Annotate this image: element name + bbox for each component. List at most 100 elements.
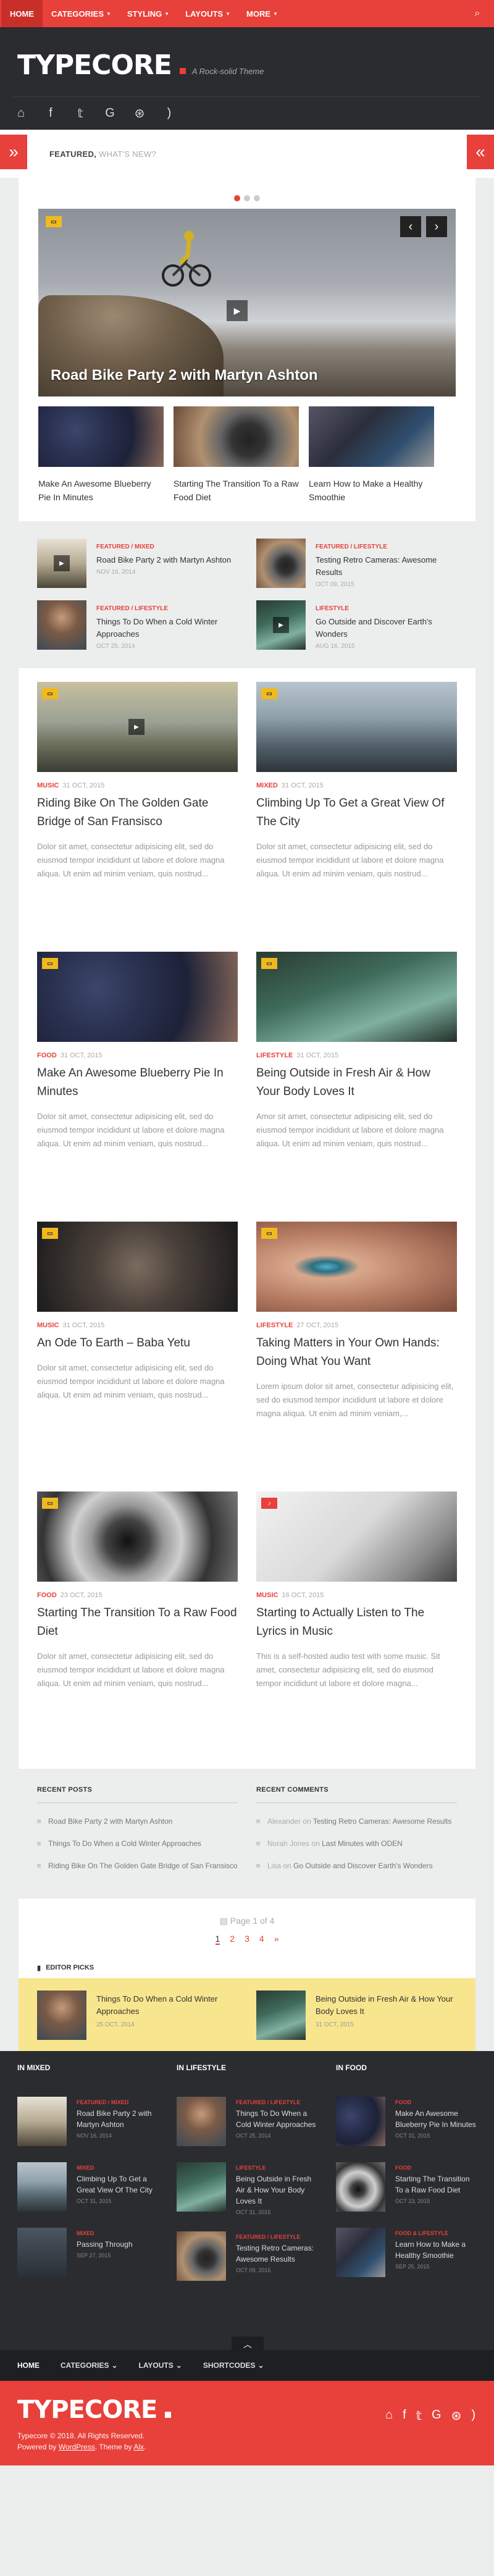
pick-item[interactable]: Being Outside in Fresh Air & How Your Bo… xyxy=(256,1991,457,2040)
thumbnail[interactable] xyxy=(17,2228,67,2277)
dribbble-icon[interactable]: ⊛ xyxy=(451,2408,462,2423)
post-category[interactable]: FOOD xyxy=(37,1052,57,1059)
list-item[interactable]: ▶ FEATURED / MIXED Road Bike Party 2 with … xyxy=(37,539,238,588)
sidebar-toggle-right[interactable]: « xyxy=(467,135,494,169)
page-link[interactable]: 3 xyxy=(245,1934,249,1945)
slider-dot[interactable] xyxy=(244,195,250,201)
thumb-image[interactable] xyxy=(38,406,164,467)
post-category[interactable]: FOOD xyxy=(37,1592,57,1599)
post-category[interactable]: LIFESTYLE xyxy=(256,1322,293,1329)
list-item[interactable]: FEATURED / LIFESTYLE Testing Retro Camera… xyxy=(177,2231,317,2281)
post-title[interactable]: Starting The Transition To a Raw Food Di… xyxy=(37,1604,238,1641)
search-icon[interactable]: ⌕ xyxy=(469,6,485,22)
thumbnail[interactable] xyxy=(336,2162,385,2212)
list-item[interactable]: FEATURED / LIFESTYLE Things To Do When a … xyxy=(177,2097,317,2146)
post-title[interactable]: An Ode To Earth – Baba Yetu xyxy=(37,1334,238,1353)
author-link[interactable]: Alx xyxy=(133,2443,144,2451)
nav-more[interactable]: MORE ▼ xyxy=(246,9,278,19)
page-link[interactable]: 4 xyxy=(259,1934,264,1945)
post-thumbnail[interactable] xyxy=(256,539,306,588)
nav-home[interactable]: HOME xyxy=(1,0,43,28)
wordpress-link[interactable]: WordPress xyxy=(59,2443,95,2451)
post-image[interactable]: ▭ xyxy=(37,1222,238,1312)
play-icon[interactable]: ▶ xyxy=(227,300,248,321)
list-item[interactable]: FOOD Make An Awesome Blueberry Pie In Min… xyxy=(336,2097,477,2146)
rss-icon[interactable]: ) xyxy=(161,106,178,120)
thumb-item[interactable]: Learn How to Make a Healthy Smoothie xyxy=(309,406,434,504)
post-thumbnail[interactable] xyxy=(37,600,86,650)
post-category[interactable]: MIXED xyxy=(256,782,278,789)
thumb-image[interactable] xyxy=(174,406,299,467)
thumbnail[interactable] xyxy=(336,2228,385,2277)
pick-item[interactable]: Things To Do When a Cold Winter Approach… xyxy=(37,1991,238,2040)
next-arrow-icon[interactable]: › xyxy=(426,216,447,237)
thumbnail[interactable] xyxy=(336,2097,385,2146)
post-title[interactable]: Riding Bike On The Golden Gate Bridge of… xyxy=(37,794,238,831)
home-icon[interactable]: ⌂ xyxy=(385,2408,393,2423)
list-item[interactable]: Things To Do When a Cold Winter Approach… xyxy=(37,1837,238,1850)
list-item[interactable]: FEATURED / LIFESTYLE Testing Retro Camera… xyxy=(256,539,457,588)
list-item[interactable]: MIXED Passing Through SEP 27, 2015 xyxy=(17,2228,158,2277)
list-item[interactable]: FEATURED / LIFESTYLE Things To Do When a … xyxy=(37,600,238,650)
thumbnail[interactable] xyxy=(177,2162,226,2212)
pick-thumbnail[interactable] xyxy=(37,1991,86,2040)
post-category[interactable]: LIFESTYLE xyxy=(256,1052,293,1059)
footer-nav-home[interactable]: HOME xyxy=(17,2361,40,2370)
post-title[interactable]: Taking Matters in Your Own Hands: Doing … xyxy=(256,1334,457,1371)
twitter-icon[interactable]: 𝕥 xyxy=(416,2408,422,2423)
list-item[interactable]: FOOD Starting The Transition To a Raw Foo… xyxy=(336,2162,477,2212)
post-image[interactable]: ▭ xyxy=(256,682,457,772)
list-item[interactable]: MIXED Climbing Up To Get a Great View Of … xyxy=(17,2162,158,2212)
sidebar-toggle-left[interactable]: » xyxy=(0,135,27,169)
list-item[interactable]: Riding Bike On The Golden Gate Bridge of… xyxy=(37,1859,238,1873)
post-category[interactable]: MUSIC xyxy=(37,1322,59,1329)
thumbnail[interactable] xyxy=(177,2231,226,2281)
pick-thumbnail[interactable] xyxy=(256,1991,306,2040)
post-title[interactable]: Climbing Up To Get a Great View Of The C… xyxy=(256,794,457,831)
page-link[interactable]: 2 xyxy=(230,1934,235,1945)
post-image[interactable]: ▭ xyxy=(256,952,457,1042)
nav-styling[interactable]: STYLING ▼ xyxy=(127,9,169,19)
footer-nav-shortcodes[interactable]: SHORTCODES ⌄ xyxy=(203,2361,264,2370)
post-image[interactable]: ▭ xyxy=(37,952,238,1042)
post-image[interactable]: ▭ xyxy=(256,1222,457,1312)
post-title[interactable]: Starting to Actually Listen to The Lyric… xyxy=(256,1604,457,1641)
footer-nav-categories[interactable]: CATEGORIES ⌄ xyxy=(61,2361,118,2370)
thumbnail[interactable] xyxy=(17,2097,67,2146)
twitter-icon[interactable]: 𝕥 xyxy=(72,106,89,121)
list-item[interactable]: ▶ LIFESTYLE Go Outside and Discover Earth'… xyxy=(256,600,457,650)
list-item[interactable]: Alexander on Testing Retro Cameras: Awes… xyxy=(256,1815,457,1828)
post-title[interactable]: Make An Awesome Blueberry Pie In Minutes xyxy=(37,1064,238,1101)
slider-title[interactable]: Road Bike Party 2 with Martyn Ashton xyxy=(51,367,318,384)
list-item[interactable]: Lisa on Go Outside and Discover Earth's … xyxy=(256,1859,457,1873)
facebook-icon[interactable]: f xyxy=(403,2408,406,2423)
post-category[interactable]: MUSIC xyxy=(37,782,59,789)
nav-categories[interactable]: CATEGORIES ▼ xyxy=(51,9,111,19)
footer-nav-layouts[interactable]: LAYOUTS ⌄ xyxy=(139,2361,182,2370)
prev-arrow-icon[interactable]: ‹ xyxy=(400,216,421,237)
home-icon[interactable]: ⌂ xyxy=(12,106,30,120)
thumb-item[interactable]: Starting The Transition To a Raw Food Di… xyxy=(174,406,299,504)
post-image[interactable]: ▭ xyxy=(37,1491,238,1582)
list-item[interactable]: LIFESTYLE Being Outside in Fresh Air & Ho… xyxy=(177,2162,317,2215)
slider-dot[interactable] xyxy=(234,195,240,201)
post-title[interactable]: Being Outside in Fresh Air & How Your Bo… xyxy=(256,1064,457,1101)
dribbble-icon[interactable]: ⊛ xyxy=(131,106,148,121)
google-icon[interactable]: G xyxy=(101,106,119,120)
thumb-item[interactable]: Make An Awesome Blueberry Pie In Minutes xyxy=(38,406,164,504)
slider-dot[interactable] xyxy=(254,195,260,201)
list-item[interactable]: FEATURED / MIXED Road Bike Party 2 with M… xyxy=(17,2097,158,2146)
back-to-top-icon[interactable]: ︿ xyxy=(232,2336,264,2351)
post-image[interactable]: ▭ ▶ xyxy=(37,682,238,772)
page-link[interactable]: 1 xyxy=(215,1934,220,1945)
thumb-image[interactable] xyxy=(309,406,434,467)
nav-layouts[interactable]: LAYOUTS ▼ xyxy=(185,9,230,19)
post-thumbnail[interactable]: ▶ xyxy=(256,600,306,650)
rss-icon[interactable]: ) xyxy=(471,2408,475,2423)
list-item[interactable]: Norah Jones on Last Minutes with ODEN xyxy=(256,1837,457,1850)
thumbnail[interactable] xyxy=(177,2097,226,2146)
list-item[interactable]: Road Bike Party 2 with Martyn Ashton xyxy=(37,1815,238,1828)
site-logo[interactable]: TYPECORE A Rock-solid Theme xyxy=(17,49,477,81)
post-image[interactable]: ♪ xyxy=(256,1491,457,1582)
next-page-link[interactable]: » xyxy=(274,1934,279,1945)
